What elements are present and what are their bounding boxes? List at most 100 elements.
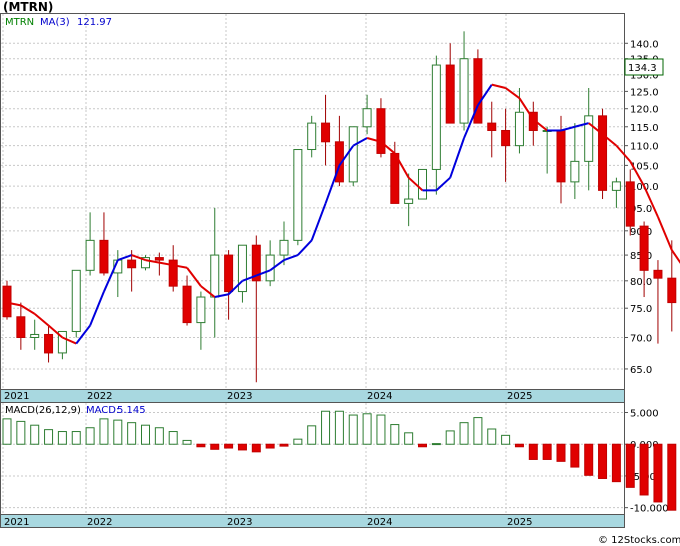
price-tick-label: 140.0 bbox=[630, 39, 659, 50]
legend-ticker: MTRN bbox=[5, 17, 34, 28]
candle-body bbox=[584, 115, 594, 162]
macd-bar bbox=[653, 443, 663, 503]
macd-bar bbox=[348, 414, 358, 445]
macd-bar bbox=[404, 432, 414, 445]
last-price-tag: 134.3 bbox=[624, 58, 664, 76]
macd-bar bbox=[210, 443, 220, 450]
candle-body bbox=[376, 108, 386, 154]
macd-legend-value: 5.145 bbox=[117, 405, 146, 416]
date-label: 2021 bbox=[4, 391, 29, 402]
macd-bar bbox=[362, 413, 372, 445]
macd-bar bbox=[30, 424, 40, 445]
macd-bar bbox=[556, 443, 566, 462]
candle-body bbox=[598, 115, 608, 191]
macd-bar bbox=[598, 443, 608, 479]
candle-body bbox=[293, 149, 303, 241]
price-tick-label: 80.0 bbox=[630, 277, 652, 288]
macd-bar bbox=[459, 422, 469, 445]
macd-bar bbox=[445, 430, 455, 445]
legend-ma-label: MA(3) bbox=[40, 17, 70, 28]
price-tick-label: 65.0 bbox=[630, 365, 652, 376]
date-label: 2025 bbox=[507, 391, 532, 402]
macd-legend-label: MACD(26,12,9) bbox=[5, 405, 81, 416]
date-label: 2025 bbox=[507, 517, 532, 528]
macd-tick-label: -10.000 bbox=[630, 504, 669, 515]
macd-bar bbox=[71, 431, 81, 445]
macd-bar bbox=[182, 439, 192, 445]
ma-segment bbox=[657, 216, 673, 251]
watermark: © 12Stocks.com bbox=[598, 535, 680, 546]
macd-bar bbox=[99, 418, 109, 445]
macd-bar bbox=[334, 410, 344, 445]
date-label: 2022 bbox=[87, 517, 112, 528]
candle-body bbox=[390, 152, 400, 204]
price-tick-label: 75.0 bbox=[630, 304, 652, 315]
candle-body bbox=[321, 122, 331, 143]
date-label: 2023 bbox=[227, 391, 252, 402]
candle-body bbox=[182, 285, 192, 324]
candle-body bbox=[459, 58, 469, 124]
chart-canvas: 65.070.075.080.085.090.095.0100.0105.011… bbox=[0, 13, 680, 546]
macd-bar bbox=[127, 422, 137, 445]
candle-body bbox=[16, 316, 26, 338]
date-label: 2021 bbox=[4, 517, 29, 528]
macd-bar bbox=[542, 443, 552, 460]
macd-bar bbox=[293, 438, 303, 445]
macd-bar bbox=[168, 431, 178, 445]
macd-bar bbox=[85, 427, 95, 445]
candle-body bbox=[431, 64, 441, 170]
macd-bar bbox=[514, 443, 524, 448]
macd-bar bbox=[307, 425, 317, 445]
candle-body bbox=[2, 285, 12, 318]
candle-body bbox=[514, 111, 524, 147]
candle-body bbox=[611, 181, 621, 191]
candle-body bbox=[279, 239, 289, 256]
price-tick-label: 125.0 bbox=[630, 87, 659, 98]
macd-bar bbox=[611, 443, 621, 483]
macd-bar bbox=[376, 414, 386, 445]
macd-bar bbox=[16, 420, 26, 445]
last-price-label: 134.3 bbox=[628, 63, 657, 74]
macd-bar bbox=[390, 424, 400, 445]
macd-bar bbox=[224, 443, 234, 449]
price-tick-label: 110.0 bbox=[630, 142, 659, 153]
macd-bar bbox=[113, 419, 123, 445]
macd-bar bbox=[418, 443, 427, 448]
candle-body bbox=[418, 168, 427, 200]
candle-body bbox=[639, 225, 649, 271]
candle-body bbox=[487, 122, 497, 131]
candle-body bbox=[653, 269, 663, 279]
macd-bar bbox=[501, 434, 511, 445]
candle-body bbox=[30, 333, 40, 338]
macd-bar bbox=[473, 417, 483, 445]
date-label: 2022 bbox=[87, 391, 112, 402]
candle-body bbox=[154, 257, 164, 261]
date-label: 2024 bbox=[367, 517, 392, 528]
macd-legend-name: MACD: bbox=[86, 405, 119, 416]
macd-bar bbox=[251, 443, 261, 453]
date-label: 2023 bbox=[227, 517, 252, 528]
candle-body bbox=[210, 254, 220, 298]
candle-body bbox=[71, 269, 81, 332]
price-tick-label: 115.0 bbox=[630, 123, 659, 134]
macd-bar bbox=[570, 443, 580, 468]
macd-bar bbox=[667, 443, 677, 511]
price-tick-label: 120.0 bbox=[630, 105, 659, 116]
macd-bar bbox=[625, 443, 635, 488]
candle-body bbox=[196, 296, 206, 324]
candle-body bbox=[570, 160, 580, 183]
macd-bar bbox=[321, 410, 331, 445]
price-panel bbox=[0, 13, 625, 390]
macd-bar bbox=[44, 429, 54, 445]
date-label: 2024 bbox=[367, 391, 392, 402]
candle-body bbox=[85, 239, 95, 271]
macd-bar bbox=[265, 443, 275, 449]
candle-body bbox=[307, 122, 317, 151]
legend-ma-value: 121.97 bbox=[77, 17, 112, 28]
macd-bar bbox=[487, 428, 497, 445]
macd-bar bbox=[639, 443, 649, 496]
macd-bar bbox=[2, 418, 12, 445]
price-tick-label: 70.0 bbox=[630, 333, 652, 344]
candle-body bbox=[445, 64, 455, 124]
macd-bar bbox=[196, 443, 206, 448]
